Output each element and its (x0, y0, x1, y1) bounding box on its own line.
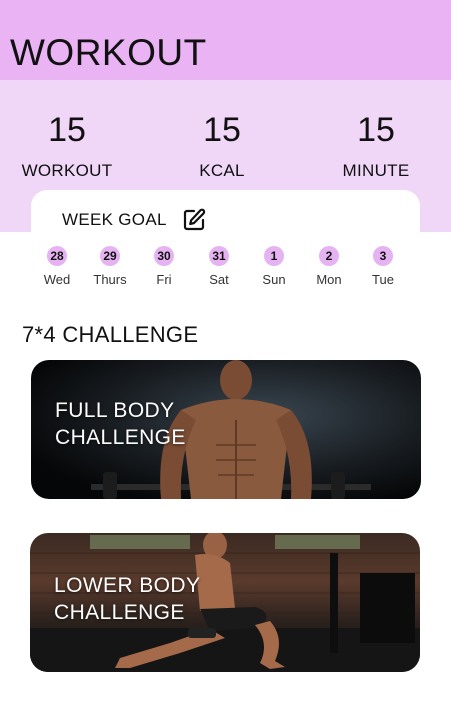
week-goal-header: WEEK GOAL (62, 207, 207, 233)
stat-label: KCAL (199, 161, 245, 180)
challenge-section-title: 7*4 CHALLENGE (22, 322, 199, 347)
day-label: Tue (372, 272, 394, 287)
day-label: Thurs (93, 272, 127, 287)
day-date-badge: 30 (154, 246, 174, 266)
stat-minute: 15 MINUTE (316, 113, 436, 181)
day-date-badge: 1 (264, 246, 284, 266)
day-date-badge: 3 (373, 246, 393, 266)
day-item[interactable]: 28 Wed (32, 246, 82, 287)
edit-pencil-icon[interactable] (181, 207, 207, 233)
page-title: WORKOUT (10, 32, 207, 73)
day-item[interactable]: 30 Fri (139, 246, 189, 287)
day-item[interactable]: 1 Sun (249, 246, 299, 287)
day-label: Sat (209, 272, 229, 287)
day-date-badge: 2 (319, 246, 339, 266)
day-date-badge: 29 (100, 246, 120, 266)
day-item[interactable]: 3 Tue (358, 246, 408, 287)
day-item[interactable]: 2 Mon (304, 246, 354, 287)
stat-value: 15 (203, 111, 241, 149)
stat-value: 15 (357, 111, 395, 149)
challenge-card-label: FULL BODY CHALLENGE (55, 397, 186, 451)
challenge-title-line-2: CHALLENGE (55, 426, 186, 449)
day-label: Wed (43, 272, 71, 287)
day-item[interactable]: 29 Thurs (85, 246, 135, 287)
day-item[interactable]: 31 Sat (194, 246, 244, 287)
day-label: Mon (316, 272, 342, 287)
stat-label: WORKOUT (21, 161, 113, 180)
app-header: WORKOUT (0, 0, 451, 80)
stat-kcal: 15 KCAL (162, 113, 282, 181)
day-label: Fri (156, 272, 172, 287)
challenge-title-line-2: CHALLENGE (54, 601, 185, 624)
challenge-title-line-1: LOWER BODY (54, 574, 201, 597)
day-date-badge: 28 (47, 246, 67, 266)
day-date-badge: 31 (209, 246, 229, 266)
full-body-challenge-card[interactable]: FULL BODY CHALLENGE (31, 360, 421, 499)
stat-workout: 15 WORKOUT (7, 113, 127, 181)
week-goal-title: WEEK GOAL (62, 210, 167, 229)
challenge-title-line-1: FULL BODY (55, 399, 175, 422)
stat-value: 15 (48, 111, 86, 149)
lower-body-challenge-card[interactable]: LOWER BODY CHALLENGE (30, 533, 420, 672)
stat-label: MINUTE (342, 161, 410, 180)
day-label: Sun (262, 272, 286, 287)
challenge-card-label: LOWER BODY CHALLENGE (54, 572, 200, 626)
